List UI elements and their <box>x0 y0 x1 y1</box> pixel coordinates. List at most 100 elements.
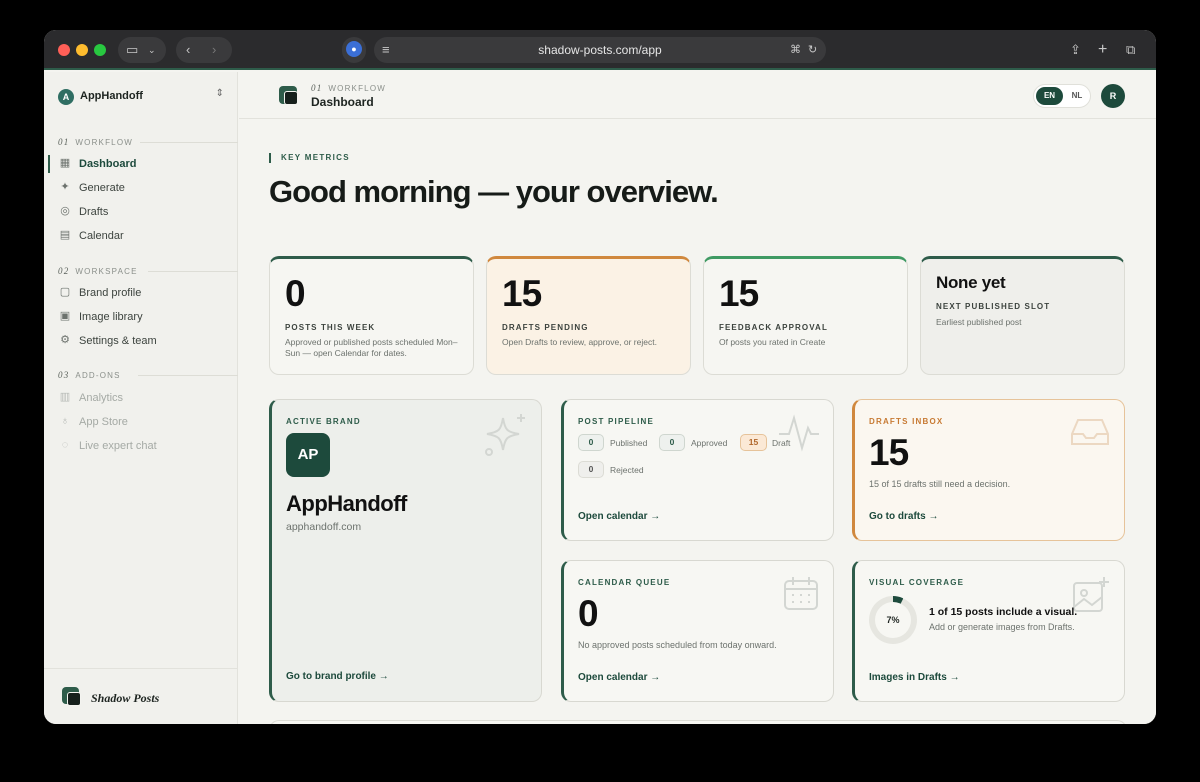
tabs-overview-icon[interactable]: ⧉ <box>1126 37 1135 63</box>
sidebar-item-dashboard[interactable]: ▦ Dashboard <box>48 153 230 175</box>
sparkle-icon: ✦ <box>60 181 70 193</box>
next-card-edge <box>269 720 1127 724</box>
lang-en-button[interactable]: EN <box>1036 87 1063 105</box>
address-bar[interactable]: ≡ shadow-posts.com/app ⌘ ↻ <box>374 37 826 63</box>
metric-value: None yet <box>936 273 1006 292</box>
sidebar: A AppHandoff ⇕ 01 WORKFLOW ▦ Dashboard ✦ … <box>44 72 238 724</box>
brand-selector-name: AppHandoff <box>80 90 143 102</box>
inbox-count: 15 <box>869 432 909 473</box>
section-number: 03 <box>58 370 70 380</box>
sidebar-item-generate[interactable]: ✦ Generate <box>50 177 230 199</box>
section-label: WORKFLOW <box>75 138 134 147</box>
rejected-count: 0 <box>578 461 604 478</box>
key-icon: ● <box>346 41 362 57</box>
pulse-icon <box>777 412 821 457</box>
browser-toolbar: ▭ ⌄ ‹ › ● ≡ shadow-posts.com/app ⌘ ↻ ⇪ +… <box>44 30 1156 70</box>
breadcrumb: 01 WORKFLOW <box>311 83 386 93</box>
metric-feedback-approval[interactable]: 15 FEEDBACK APPROVAL Of posts you rated … <box>703 256 908 375</box>
greeting-heading: Good morning — your overview. <box>269 174 719 209</box>
section-label: WORKSPACE <box>75 267 138 276</box>
coverage-donut: 7% <box>869 596 917 644</box>
sidebar-item-label: App Store <box>79 416 128 428</box>
metric-next-published-slot[interactable]: None yet NEXT PUBLISHED SLOT Earliest pu… <box>920 256 1125 375</box>
back-icon[interactable]: ‹ <box>186 37 190 63</box>
go-to-drafts-link[interactable]: Go to drafts → <box>869 511 938 522</box>
go-to-brand-profile-link[interactable]: Go to brand profile → <box>286 671 389 682</box>
sidebar-item-settings[interactable]: ⚙ Settings & team <box>50 330 230 352</box>
calendar-icon <box>783 575 819 616</box>
metric-description: Approved or published posts scheduled Mo… <box>285 337 458 358</box>
section-number: 01 <box>58 137 70 147</box>
card-kicker: VISUAL COVERAGE <box>869 578 965 587</box>
translate-icon[interactable]: ⌘ <box>790 37 801 63</box>
metric-description: Open Drafts to review, approve, or rejec… <box>502 337 657 347</box>
sidebar-item-analytics[interactable]: ▥ Analytics <box>50 387 230 409</box>
document-icon: ▢ <box>59 286 71 298</box>
sidebar-icon: ▭ <box>126 42 139 57</box>
url-text: shadow-posts.com/app <box>538 43 662 57</box>
metric-description: Of posts you rated in Create <box>719 337 826 347</box>
sidebar-item-image-library[interactable]: ▣ Image library <box>50 306 230 328</box>
sidebar-item-calendar[interactable]: ▤ Calendar <box>50 225 230 247</box>
sidebar-item-app-store[interactable]: ♁ App Store <box>50 411 230 433</box>
queue-description: No approved posts scheduled from today o… <box>578 640 777 650</box>
coverage-percent: 7% <box>875 602 911 638</box>
close-window-button[interactable] <box>58 44 70 56</box>
avatar[interactable]: R <box>1101 84 1125 108</box>
sidebar-item-label: Brand profile <box>79 287 142 299</box>
sidebar-item-label: Drafts <box>79 206 109 218</box>
card-kicker: DRAFTS INBOX <box>869 417 944 426</box>
card-kicker: POST PIPELINE <box>578 417 655 426</box>
drafts-inbox-card: DRAFTS INBOX 15 15 of 15 drafts still ne… <box>852 399 1125 541</box>
maximize-window-button[interactable] <box>94 44 106 56</box>
app-logo-icon <box>62 687 81 706</box>
approved-label: Approved <box>691 438 728 448</box>
calendar-queue-card: CALENDAR QUEUE 0 No approved posts sched… <box>561 560 834 702</box>
sidebar-item-live-chat[interactable]: ◌ Live expert chat <box>50 435 230 457</box>
brand-badge: A <box>58 89 74 105</box>
main-content: 01 WORKFLOW Dashboard EN NL R KEY METRICS… <box>239 72 1156 724</box>
metric-value: 15 <box>502 273 542 314</box>
new-tab-icon[interactable]: + <box>1098 37 1107 63</box>
images-in-drafts-link[interactable]: Images in Drafts → <box>869 672 960 683</box>
chevron-down-icon: ⌄ <box>148 45 156 55</box>
chevron-updown-icon: ⇕ <box>215 88 224 99</box>
share-icon[interactable]: ⇪ <box>1070 37 1081 63</box>
coverage-title: 1 of 15 posts include a visual. <box>929 606 1078 618</box>
sidebar-item-brand-profile[interactable]: ▢ Brand profile <box>50 282 230 304</box>
rejected-label: Rejected <box>610 465 644 475</box>
reload-icon[interactable]: ↻ <box>808 37 817 63</box>
metric-drafts-pending[interactable]: 15 DRAFTS PENDING Open Drafts to review,… <box>486 256 691 375</box>
add-image-icon <box>1072 575 1110 618</box>
language-toggle: EN NL <box>1033 84 1091 108</box>
coverage-description: Add or generate images from Drafts. <box>929 622 1075 632</box>
forward-icon[interactable]: › <box>212 37 216 63</box>
section-number: 02 <box>58 266 70 276</box>
open-calendar-link[interactable]: Open calendar → <box>578 511 660 522</box>
lang-nl-button[interactable]: NL <box>1065 87 1089 105</box>
image-icon: ▣ <box>59 310 71 322</box>
password-manager-button[interactable]: ● <box>342 37 366 63</box>
app-name: Shadow Posts <box>91 691 160 705</box>
sidebar-footer: Shadow Posts <box>44 668 238 724</box>
visual-coverage-card: VISUAL COVERAGE 7% 1 of 15 posts include… <box>852 560 1125 702</box>
brand-url: apphandoff.com <box>286 521 362 533</box>
metric-label: NEXT PUBLISHED SLOT <box>936 302 1051 311</box>
brand-selector[interactable]: A AppHandoff ⇕ <box>58 88 224 108</box>
sidebar-toggle-button[interactable]: ▭ ⌄ <box>118 37 166 63</box>
sidebar-item-drafts[interactable]: ◎ Drafts <box>50 201 230 223</box>
breadcrumb-section: WORKFLOW <box>328 84 387 93</box>
page-title: Dashboard <box>311 95 374 109</box>
app-logo-icon <box>279 86 298 105</box>
open-calendar-link[interactable]: Open calendar → <box>578 672 660 683</box>
metric-posts-this-week[interactable]: 0 POSTS THIS WEEK Approved or published … <box>269 256 474 375</box>
grid-icon: ▦ <box>59 157 71 169</box>
bulb-icon: ♁ <box>60 415 70 427</box>
check-circle-icon: ◎ <box>60 205 70 217</box>
brand-logo: AP <box>286 433 330 477</box>
sidebar-item-label: Generate <box>79 182 125 194</box>
card-kicker: ACTIVE BRAND <box>286 417 361 426</box>
minimize-window-button[interactable] <box>76 44 88 56</box>
sidebar-item-label: Dashboard <box>79 158 137 170</box>
sidebar-item-label: Calendar <box>79 230 124 242</box>
